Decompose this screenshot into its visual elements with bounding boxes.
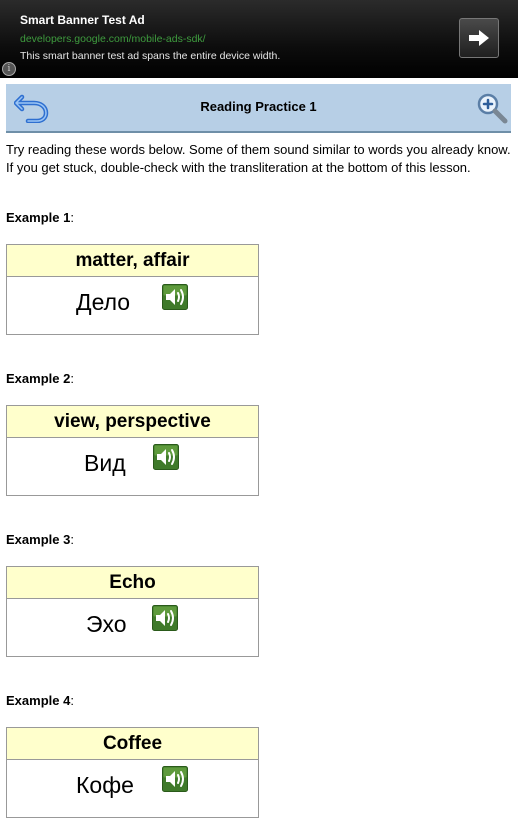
- speaker-icon: [152, 605, 178, 631]
- zoom-button[interactable]: [476, 92, 508, 124]
- word-card-2: view, perspective Вид: [6, 405, 259, 496]
- header-bar: Reading Practice 1: [6, 84, 511, 133]
- card-word: Дело: [76, 289, 131, 315]
- ad-title: Smart Banner Test Ad: [20, 13, 145, 27]
- example-label-3: Example 3:: [6, 532, 74, 547]
- play-sound-button[interactable]: [153, 444, 179, 470]
- back-button[interactable]: [13, 91, 50, 124]
- example-label-4: Example 4:: [6, 693, 74, 708]
- card-word: Эхо: [86, 611, 127, 637]
- card-word: Кофе: [76, 772, 134, 798]
- speaker-icon: [162, 766, 188, 792]
- word-card-1: matter, affair Дело: [6, 244, 259, 335]
- card-word: Вид: [84, 450, 126, 476]
- ad-open-button[interactable]: [459, 18, 499, 58]
- play-sound-button[interactable]: [162, 284, 188, 310]
- ad-banner[interactable]: Smart Banner Test Ad developers.google.c…: [0, 0, 518, 78]
- speaker-icon: [162, 284, 188, 310]
- word-card-4: Coffee Кофе: [6, 727, 259, 818]
- card-meaning: Coffee: [7, 728, 258, 760]
- example-label-2: Example 2:: [6, 371, 74, 386]
- arrow-right-icon: [469, 30, 489, 46]
- ad-info-icon[interactable]: i: [2, 62, 16, 76]
- ad-description: This smart banner test ad spans the enti…: [20, 50, 281, 62]
- page-title: Reading Practice 1: [200, 99, 317, 114]
- word-card-3: Echo Эхо: [6, 566, 259, 657]
- play-sound-button[interactable]: [152, 605, 178, 631]
- card-meaning: matter, affair: [7, 245, 258, 277]
- play-sound-button[interactable]: [162, 766, 188, 792]
- card-meaning: Echo: [7, 567, 258, 599]
- back-arrow-icon: [13, 94, 49, 124]
- example-label-1: Example 1:: [6, 210, 74, 225]
- intro-text: Try reading these words below. Some of t…: [6, 142, 511, 175]
- zoom-in-icon: [477, 93, 508, 124]
- card-meaning: view, perspective: [7, 406, 258, 438]
- ad-url[interactable]: developers.google.com/mobile-ads-sdk/: [20, 33, 206, 45]
- speaker-icon: [153, 444, 179, 470]
